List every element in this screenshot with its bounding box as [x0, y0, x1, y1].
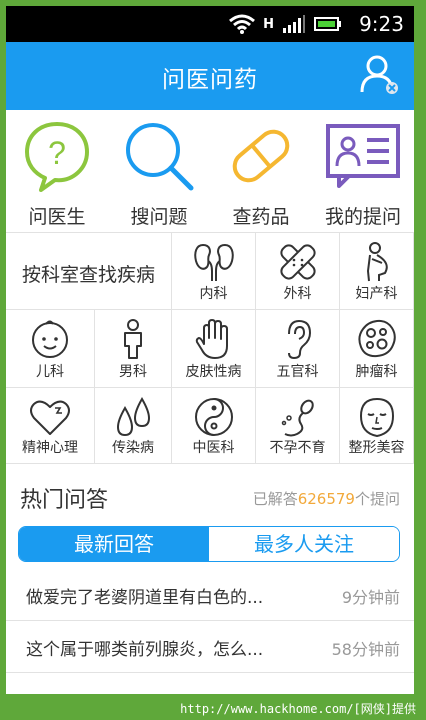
droplets-icon — [116, 397, 151, 437]
hot-qa-header: 热门问答 已解答626579个提问 — [6, 470, 414, 520]
department-pediatrics[interactable]: 儿科 — [6, 310, 95, 388]
phone-screen: H 9:23 问医问药 ? 问医生 搜问题 查药品 我的提问 按科室查找疾病 内… — [6, 6, 414, 694]
kidney-icon — [193, 243, 234, 281]
department-label: 外科 — [283, 286, 312, 302]
department-title-label: 按科室查找疾病 — [21, 264, 155, 286]
department-label: 中医科 — [192, 440, 235, 456]
department-label: 传染病 — [112, 440, 154, 456]
search-questions-label: 搜问题 — [130, 206, 188, 228]
qa-tab-bar: 最新回答 最多人关注 — [18, 526, 400, 562]
ask-doctor-button[interactable]: ? 问医生 — [6, 110, 108, 232]
search-icon — [126, 123, 194, 191]
ear-icon — [287, 319, 311, 360]
answered-stats: 已解答626579个提问 — [253, 488, 400, 509]
check-drugs-button[interactable]: 查药品 — [210, 110, 312, 232]
wifi-icon — [229, 14, 256, 34]
department-infectious[interactable]: 传染病 — [95, 388, 172, 464]
quick-actions: ? 问医生 搜问题 查药品 我的提问 — [6, 110, 414, 232]
baby-face-icon — [32, 320, 68, 358]
department-label: 不孕不育 — [269, 440, 326, 456]
department-label: 内科 — [199, 286, 228, 302]
department-label: 儿科 — [36, 364, 64, 380]
my-questions-label: 我的提问 — [324, 206, 401, 228]
department-infertility[interactable]: 不孕不育 — [256, 388, 340, 464]
answered-count: 626579 — [297, 490, 355, 508]
answered-suffix: 个提问 — [354, 490, 400, 508]
department-section-title: 按科室查找疾病 — [6, 232, 172, 310]
question-text: 这个属于哪类前列腺炎，怎么... — [26, 640, 264, 660]
department-cosmetic[interactable]: 整形美容 — [340, 388, 414, 464]
clock: 9:23 — [359, 12, 404, 36]
tab-most-followed[interactable]: 最多人关注 — [209, 527, 399, 561]
list-item[interactable]: 这个属于哪类前列腺炎，怎么... 58分钟前 — [6, 621, 414, 673]
pill-icon — [232, 129, 290, 183]
department-dermatology[interactable]: 皮肤性病 — [172, 310, 256, 388]
ask-doctor-label: 问医生 — [28, 206, 86, 228]
watermark-text: http://www.hackhome.com/[网侠]提供 — [180, 702, 416, 716]
question-time: 9分钟前 — [341, 588, 400, 607]
department-internal-medicine[interactable]: 内科 — [172, 232, 256, 310]
department-psychiatry[interactable]: 精神心理 — [6, 388, 95, 464]
svg-text:?: ? — [48, 135, 66, 171]
network-type-label: H — [263, 16, 274, 32]
tab-latest-answers[interactable]: 最新回答 — [19, 527, 209, 561]
battery-icon — [314, 17, 341, 31]
yin-yang-icon — [194, 398, 233, 436]
department-ent[interactable]: 五官科 — [256, 310, 340, 388]
check-drugs-label: 查药品 — [232, 206, 290, 228]
department-label: 整形美容 — [348, 440, 405, 456]
answered-prefix: 已解答 — [252, 490, 298, 508]
app-header: 问医问药 — [6, 42, 414, 110]
app-title: 问医问药 — [162, 67, 258, 93]
watermark: http://www.hackhome.com/[网侠]提供 — [0, 694, 426, 720]
question-time: 58分钟前 — [331, 640, 400, 659]
heart-icon — [30, 400, 70, 435]
bandage-icon — [279, 244, 316, 280]
user-profile-icon[interactable] — [360, 54, 400, 96]
pregnant-woman-icon — [366, 242, 388, 282]
department-andrology[interactable]: 男科 — [95, 310, 172, 388]
department-obstetrics[interactable]: 妇产科 — [340, 232, 414, 310]
department-label: 妇产科 — [355, 286, 398, 302]
chat-question-icon: ? — [25, 122, 89, 192]
list-item[interactable]: 做爱完了老婆阴道里有白色的... 9分钟前 — [6, 569, 414, 621]
department-grid: 按科室查找疾病 内科 外科 妇产科 儿科 男科 皮肤性病 五官科 肿瘤科 精神心… — [6, 232, 414, 464]
department-oncology[interactable]: 肿瘤科 — [340, 310, 414, 388]
hand-icon — [195, 319, 228, 359]
department-label: 皮肤性病 — [185, 364, 242, 380]
sperm-icon — [281, 399, 314, 437]
department-label: 肿瘤科 — [355, 364, 398, 380]
department-label: 精神心理 — [22, 440, 78, 456]
department-label: 男科 — [119, 364, 147, 380]
hot-qa-title: 热门问答 — [20, 488, 109, 513]
status-icons: H — [229, 14, 342, 34]
tumor-cell-icon — [357, 319, 396, 358]
department-surgery[interactable]: 外科 — [256, 232, 340, 310]
male-figure-icon — [124, 319, 142, 359]
profile-card-icon — [326, 124, 400, 188]
face-mask-icon — [359, 397, 394, 438]
status-bar: H 9:23 — [6, 6, 414, 42]
department-tcm[interactable]: 中医科 — [172, 388, 256, 464]
my-questions-button[interactable]: 我的提问 — [312, 110, 414, 232]
signal-icon — [283, 15, 305, 33]
search-questions-button[interactable]: 搜问题 — [108, 110, 210, 232]
department-label: 五官科 — [276, 364, 319, 380]
question-text: 做爱完了老婆阴道里有白色的... — [26, 588, 264, 608]
